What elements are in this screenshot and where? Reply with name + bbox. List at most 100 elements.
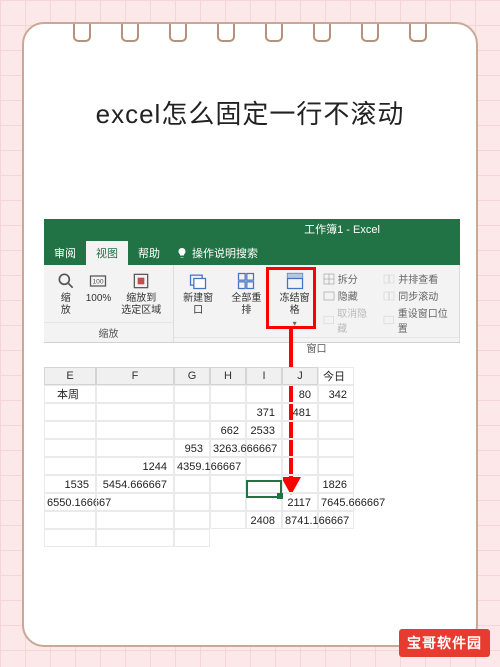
cell[interactable]: 481 (282, 403, 318, 421)
window-title: 工作簿1 - Excel (44, 219, 460, 241)
reset-pos-button[interactable]: 重设窗口位置 (383, 305, 455, 335)
cell[interactable]: 662 (210, 421, 246, 439)
cell[interactable] (44, 529, 96, 547)
cell[interactable]: 1826 (318, 475, 354, 493)
ribbon: 缩 放 100 100% 缩放到 选定区域 缩放 (44, 265, 460, 343)
group-window-label: 窗口 (174, 337, 459, 357)
excel-screenshot: 工作簿1 - Excel 审阅 视图 帮助 操作说明搜索 缩 放 100 (44, 219, 460, 599)
cell[interactable] (44, 511, 96, 529)
cell[interactable] (174, 511, 210, 529)
cell[interactable] (318, 511, 354, 529)
cell[interactable] (210, 475, 246, 493)
tab-help[interactable]: 帮助 (128, 241, 170, 265)
zoom-selection-button[interactable]: 缩放到 选定区域 (116, 269, 166, 319)
col-header[interactable]: E (44, 367, 96, 385)
cell[interactable] (210, 403, 246, 421)
cell[interactable]: 1535 (44, 475, 96, 493)
cell[interactable]: 342 (318, 385, 354, 403)
lightbulb-icon (176, 247, 188, 259)
cell[interactable]: 371 (246, 403, 282, 421)
cell[interactable] (282, 421, 318, 439)
zoom-selection-icon (131, 271, 151, 291)
freeze-panes-button[interactable]: 冻结窗格 ▾ (270, 269, 318, 330)
new-window-button[interactable]: 新建窗口 (174, 269, 222, 319)
cell[interactable] (246, 493, 282, 511)
cell[interactable] (210, 385, 246, 403)
tab-review[interactable]: 审阅 (44, 241, 86, 265)
cell[interactable]: 80 (282, 385, 318, 403)
col-header[interactable]: G (174, 367, 210, 385)
cell[interactable] (96, 385, 174, 403)
window-options-1: 拆分 隐藏 取消隐藏 (319, 269, 380, 337)
sync-scroll-button[interactable]: 同步滚动 (383, 288, 455, 303)
cell[interactable] (96, 511, 174, 529)
side-by-side-button[interactable]: 并排查看 (383, 271, 455, 286)
cell[interactable] (318, 439, 354, 457)
col-header[interactable]: J (282, 367, 318, 385)
cell[interactable]: 6550.166667 (44, 493, 96, 511)
sync-scroll-icon (383, 290, 395, 302)
cell[interactable] (174, 529, 210, 547)
spreadsheet[interactable]: E F G H I J 今日 本周 80 342 371 481 662 253… (44, 367, 354, 547)
dropdown-icon: ▾ (293, 319, 297, 328)
col-header[interactable]: H (210, 367, 246, 385)
cell[interactable] (282, 439, 318, 457)
cell[interactable] (96, 493, 174, 511)
cell[interactable] (44, 457, 96, 475)
cell[interactable]: 今日 (318, 367, 354, 385)
cell[interactable] (174, 385, 210, 403)
group-zoom-label: 缩放 (44, 322, 173, 342)
cell[interactable] (282, 457, 318, 475)
cell[interactable] (210, 493, 246, 511)
cell[interactable] (246, 475, 282, 493)
cell[interactable]: 953 (174, 439, 210, 457)
zoom-button[interactable]: 缩 放 (51, 269, 81, 319)
notebook-card: excel怎么固定一行不滚动 工作簿1 - Excel 审阅 视图 帮助 操作说… (22, 22, 478, 647)
cell[interactable] (44, 439, 96, 457)
unhide-button[interactable]: 取消隐藏 (323, 305, 376, 335)
cell[interactable] (210, 511, 246, 529)
cell[interactable] (174, 421, 210, 439)
tab-view[interactable]: 视图 (86, 241, 128, 265)
cell[interactable] (96, 403, 174, 421)
cell[interactable] (96, 439, 174, 457)
watermark: 宝哥软件园 (399, 629, 490, 657)
cell[interactable] (246, 385, 282, 403)
cell[interactable] (210, 457, 246, 475)
cell[interactable] (44, 403, 96, 421)
cell[interactable]: 8741.166667 (282, 511, 318, 529)
hide-button[interactable]: 隐藏 (323, 288, 376, 303)
cell[interactable] (174, 403, 210, 421)
cell[interactable] (96, 529, 174, 547)
tell-me-search[interactable]: 操作说明搜索 (176, 245, 258, 261)
svg-text:100: 100 (93, 279, 104, 286)
reset-pos-icon (383, 314, 394, 326)
cell[interactable] (174, 475, 210, 493)
arrange-all-button[interactable]: 全部重排 (222, 269, 270, 319)
ribbon-tabs: 审阅 视图 帮助 操作说明搜索 (44, 241, 460, 265)
hide-icon (323, 290, 335, 302)
cell[interactable] (246, 439, 282, 457)
cell[interactable] (318, 457, 354, 475)
cell[interactable]: 7645.666667 (318, 493, 354, 511)
cell[interactable]: 5454.666667 (96, 475, 174, 493)
split-button[interactable]: 拆分 (323, 271, 376, 286)
cell[interactable] (174, 493, 210, 511)
col-header[interactable]: F (96, 367, 174, 385)
cell[interactable]: 2117 (282, 493, 318, 511)
cell[interactable]: 2533 (246, 421, 282, 439)
cell[interactable] (318, 403, 354, 421)
cell[interactable] (318, 421, 354, 439)
cell[interactable] (44, 421, 96, 439)
cell[interactable] (96, 421, 174, 439)
cell[interactable]: 本周 (44, 385, 96, 403)
col-header[interactable]: I (246, 367, 282, 385)
cell[interactable] (282, 475, 318, 493)
zoom-100-button[interactable]: 100 100% (81, 269, 117, 307)
cell[interactable]: 1244 (96, 457, 174, 475)
cell[interactable]: 3263.666667 (210, 439, 246, 457)
arrange-icon (236, 271, 256, 291)
cell[interactable]: 2408 (246, 511, 282, 529)
cell[interactable] (246, 457, 282, 475)
cell[interactable]: 4359.166667 (174, 457, 210, 475)
